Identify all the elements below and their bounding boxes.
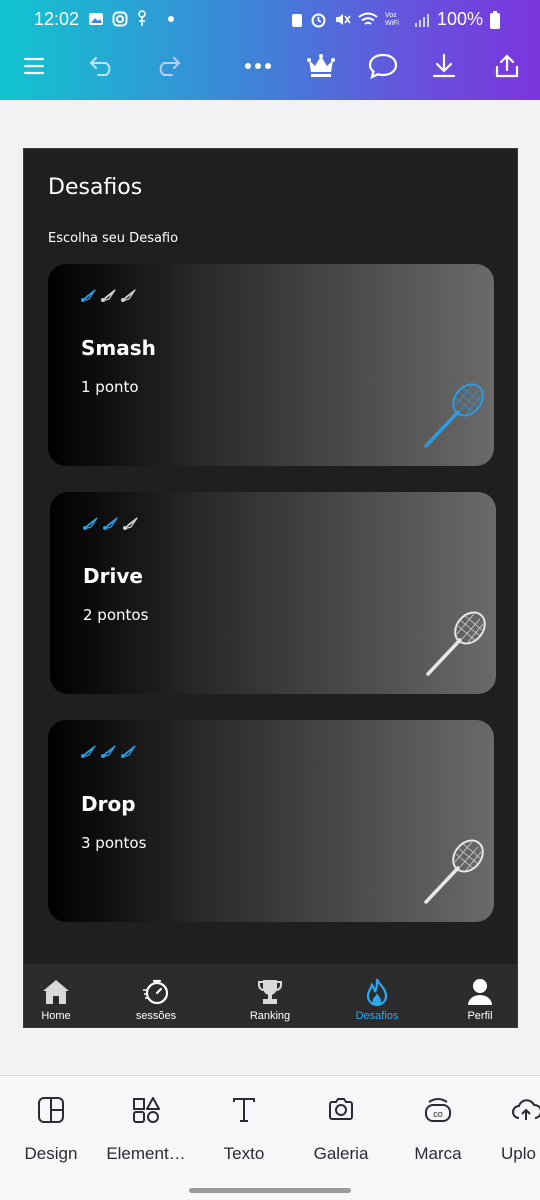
notification-dot-icon — [168, 16, 174, 22]
editor-toolbar — [0, 46, 540, 86]
tab-label-galeria: Galeria — [313, 1144, 369, 1163]
nav-label-sessoes: sessões — [135, 1010, 177, 1022]
shuttlecock-icon — [100, 288, 117, 307]
shuttlecock-icon — [100, 744, 117, 763]
brand-icon: co — [425, 1098, 451, 1122]
share-icon[interactable] — [487, 46, 527, 86]
racket-icon — [420, 380, 488, 456]
status-time: 12:02 — [34, 9, 80, 29]
card-points: 2 pontos — [83, 606, 149, 624]
difficulty-rating — [80, 744, 137, 763]
tab-label-marca: Marca — [414, 1144, 462, 1163]
card-title: Drop — [81, 792, 136, 816]
wifi-icon — [358, 12, 378, 25]
shuttlecock-icon — [120, 288, 137, 307]
challenge-card-drop[interactable]: Drop 3 pontos — [48, 720, 494, 922]
flame-icon — [366, 978, 388, 1007]
download-icon[interactable] — [424, 46, 464, 86]
status-bar: 12:02 Voz WiFi 100% — [0, 0, 540, 40]
menu-icon[interactable] — [14, 46, 54, 86]
card-title: Drive — [83, 564, 143, 588]
text-icon — [233, 1098, 255, 1122]
crown-icon[interactable] — [301, 46, 341, 86]
shuttlecock-icon — [102, 516, 119, 535]
difficulty-rating — [82, 516, 139, 535]
page-title: Desafios — [48, 175, 143, 200]
nav-label-ranking: Ranking — [249, 1010, 291, 1022]
nav-label-perfil: Perfil — [467, 1010, 493, 1022]
nav-item-perfil[interactable]: Perfil — [440, 964, 517, 1027]
tab-marca[interactable]: co Marca — [388, 1096, 488, 1166]
bottom-nav: Home sessões Ranking Desafios Perfil — [24, 964, 517, 1027]
card-points: 1 ponto — [81, 378, 139, 396]
nav-item-desafios[interactable]: Desafios — [337, 964, 417, 1027]
tab-label-elementos: Element… — [106, 1144, 186, 1163]
layout-icon — [38, 1097, 64, 1123]
tab-elementos[interactable]: Element… — [96, 1096, 196, 1166]
redo-icon[interactable] — [148, 46, 188, 86]
tab-label-texto: Texto — [223, 1144, 265, 1163]
usb-icon — [138, 10, 146, 26]
shuttlecock-icon — [80, 288, 97, 307]
tab-design[interactable]: Design — [1, 1096, 101, 1166]
comment-icon[interactable] — [363, 46, 403, 86]
tab-texto[interactable]: Texto — [194, 1096, 294, 1166]
racket-icon — [422, 608, 490, 684]
challenge-card-smash[interactable]: Smash 1 ponto — [48, 264, 494, 466]
racket-icon — [420, 836, 488, 912]
more-icon[interactable] — [238, 46, 278, 86]
gallery-icon — [89, 13, 103, 25]
svg-text:co: co — [433, 1109, 443, 1119]
nav-item-sessoes[interactable]: sessões — [116, 964, 196, 1027]
alarm-icon — [311, 13, 326, 28]
nav-item-home[interactable]: Home — [24, 964, 96, 1027]
battery-icon — [490, 10, 500, 29]
nav-label-desafios: Desafios — [355, 1010, 399, 1022]
upload-cloud-icon — [512, 1099, 540, 1120]
nav-item-ranking[interactable]: Ranking — [230, 964, 310, 1027]
difficulty-rating — [80, 288, 137, 307]
card-title: Smash — [81, 336, 156, 360]
wifi-calling-label: Voz WiFi — [384, 11, 399, 27]
page-subtitle: Escolha seu Desafio — [48, 231, 179, 246]
tab-label-design: Design — [24, 1144, 78, 1163]
user-icon — [468, 979, 492, 1005]
home-icon — [43, 980, 69, 1004]
nav-label-home: Home — [41, 1010, 71, 1022]
top-bar: 12:02 Voz WiFi 100% — [0, 0, 540, 100]
tab-uploads[interactable]: Uplo — [484, 1096, 540, 1166]
battery-saver-icon — [291, 13, 302, 27]
shapes-icon — [133, 1097, 160, 1123]
card-points: 3 pontos — [81, 834, 147, 852]
tab-label-uploads: Uplo — [501, 1144, 536, 1163]
instagram-icon — [112, 11, 128, 27]
shuttlecock-icon — [82, 516, 99, 535]
home-indicator[interactable] — [189, 1188, 351, 1193]
editor-bottom-panel: Design Element… Texto Galeria co Marca U… — [0, 1075, 540, 1200]
shuttlecock-icon — [80, 744, 97, 763]
mute-icon — [335, 14, 351, 25]
battery-percent: 100% — [436, 9, 483, 29]
undo-icon[interactable] — [82, 46, 122, 86]
camera-icon — [329, 1098, 353, 1120]
shuttlecock-icon — [122, 516, 139, 535]
challenge-card-drive[interactable]: Drive 2 pontos — [50, 492, 496, 694]
stopwatch-icon — [143, 979, 169, 1005]
design-canvas[interactable]: Desafios Escolha seu Desafio Smash 1 pon… — [23, 148, 518, 1028]
tab-galeria[interactable]: Galeria — [291, 1096, 391, 1166]
signal-icon — [414, 13, 429, 27]
shuttlecock-icon — [120, 744, 137, 763]
trophy-icon — [258, 980, 282, 1004]
